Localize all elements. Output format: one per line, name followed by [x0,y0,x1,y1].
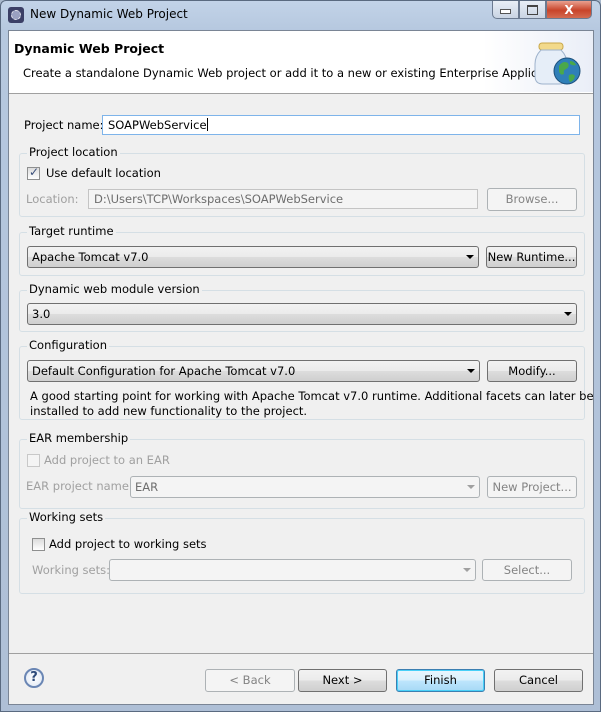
window-title: New Dynamic Web Project [30,7,188,21]
web-module-version-title: Dynamic web module version [27,282,202,296]
dropdown-arrow-icon [463,568,471,572]
configuration-description-line1: A good starting point for working with A… [30,389,594,403]
ear-project-name-value: EAR [135,480,159,494]
configuration-title: Configuration [27,338,109,352]
location-label: Location: [26,192,79,206]
maximize-button[interactable] [519,1,546,19]
project-name-value: SOAPWebService [108,118,207,132]
window-controls: X [492,1,592,20]
project-location-title: Project location [27,145,120,159]
footer-separator [9,653,593,654]
new-ear-project-button[interactable]: New Project... [487,476,577,498]
target-runtime-value: Apache Tomcat v7.0 [32,250,149,264]
working-sets-title: Working sets [27,510,106,524]
dialog-client-area: Dynamic Web Project Create a standalone … [8,30,594,705]
project-location-group: Project location Use default location Lo… [19,145,585,217]
project-name-label: Project name: [24,118,104,132]
ear-membership-title: EAR membership [27,431,131,445]
close-button[interactable]: X [546,1,592,19]
add-to-working-sets-checkbox[interactable] [32,538,45,551]
web-module-version-value: 3.0 [32,307,51,321]
ear-project-name-select[interactable]: EAR [130,476,480,498]
working-sets-label: Working sets: [32,563,111,577]
next-button[interactable]: Next > [298,669,387,692]
working-sets-select[interactable] [109,559,476,581]
add-to-working-sets-label: Add project to working sets [49,537,207,551]
web-module-version-select[interactable]: 3.0 [27,303,577,325]
minimize-button[interactable] [492,1,519,19]
help-icon[interactable]: ? [24,668,44,688]
wizard-banner: Dynamic Web Project Create a standalone … [9,31,593,94]
browse-button[interactable]: Browse... [487,188,577,211]
dropdown-arrow-icon [564,312,572,316]
web-module-version-group: Dynamic web module version 3.0 [19,282,585,332]
configuration-value: Default Configuration for Apache Tomcat … [32,364,296,378]
use-default-location-checkbox[interactable] [27,165,40,180]
add-to-ear-checkbox[interactable] [27,454,40,467]
working-sets-group: Working sets Add project to working sets… [19,510,585,594]
web-project-jar-globe-icon [534,42,581,85]
dialog-window: New Dynamic Web Project X Dynamic Web Pr… [0,0,601,712]
add-to-ear-label: Add project to an EAR [44,453,170,467]
use-default-location-label: Use default location [46,166,161,180]
wizard-description: Create a standalone Dynamic Web project … [23,66,571,80]
configuration-description-line2: installed to add new functionality to th… [30,404,308,418]
wizard-title: Dynamic Web Project [14,41,165,56]
eclipse-app-icon [8,7,24,23]
dropdown-arrow-icon [466,255,474,259]
target-runtime-select[interactable]: Apache Tomcat v7.0 [27,246,479,268]
cancel-button[interactable]: Cancel [494,669,583,692]
ear-membership-group: EAR membership Add project to an EAR EAR… [19,431,585,509]
select-working-sets-button[interactable]: Select... [482,559,572,581]
close-icon: X [564,2,574,17]
configuration-group: Configuration Default Configuration for … [19,338,594,420]
title-bar[interactable]: New Dynamic Web Project X [1,1,600,29]
target-runtime-title: Target runtime [27,224,116,238]
project-name-input[interactable]: SOAPWebService [102,115,580,135]
ear-project-name-label: EAR project name: [26,479,133,493]
location-input[interactable]: D:\Users\TCP\Workspaces\SOAPWebService [88,189,478,209]
new-runtime-button[interactable]: New Runtime... [486,246,577,268]
back-button[interactable]: < Back [205,669,295,692]
dropdown-arrow-icon [467,369,475,373]
dropdown-arrow-icon [467,485,475,489]
maximize-icon [527,4,538,15]
target-runtime-group: Target runtime Apache Tomcat v7.0 New Ru… [19,224,585,276]
finish-button[interactable]: Finish [396,669,485,692]
modify-button[interactable]: Modify... [487,360,577,382]
text-caret [206,118,208,131]
configuration-select[interactable]: Default Configuration for Apache Tomcat … [27,360,480,382]
minimize-icon [500,9,511,14]
